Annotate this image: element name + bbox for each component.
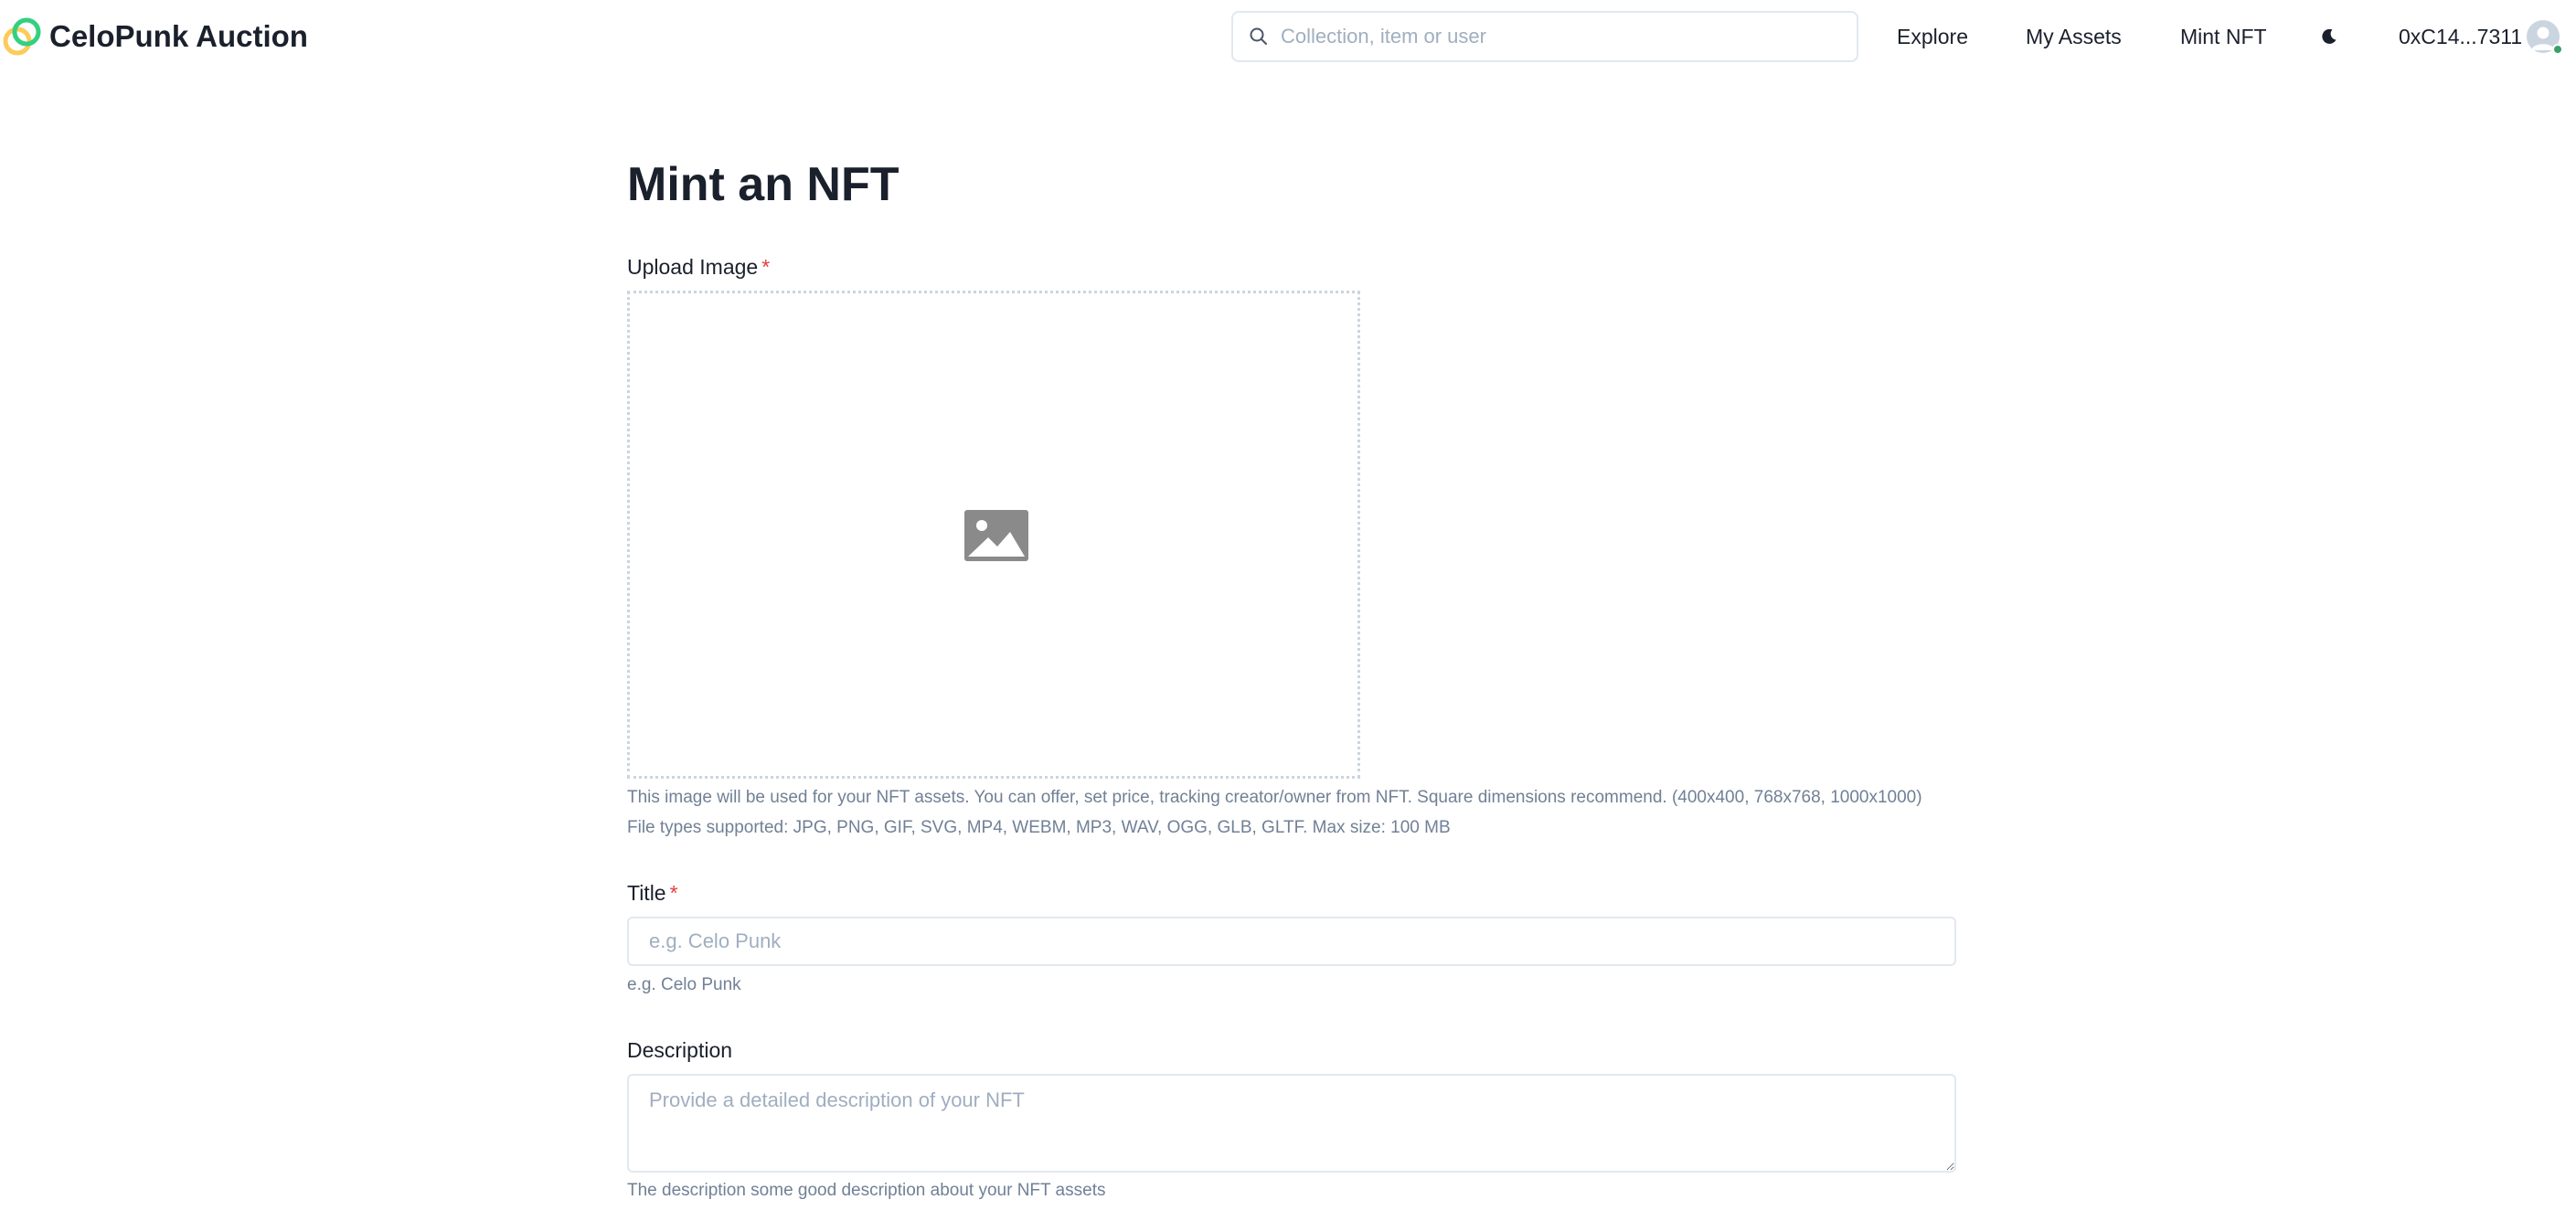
required-mark: * bbox=[761, 255, 771, 279]
nav-mint-nft[interactable]: Mint NFT bbox=[2180, 24, 2267, 49]
online-status-badge bbox=[2552, 44, 2563, 55]
search-bar[interactable] bbox=[1231, 11, 1858, 62]
top-navbar: CeloPunk Auction Explore My Assets Mint … bbox=[0, 0, 2576, 73]
title-label-text: Title bbox=[627, 881, 666, 905]
title-input[interactable] bbox=[627, 917, 1956, 966]
page-title: Mint an NFT bbox=[627, 158, 899, 211]
nav-explore[interactable]: Explore bbox=[1897, 24, 1968, 49]
image-upload-dropzone[interactable] bbox=[627, 291, 1360, 779]
brand-name[interactable]: CeloPunk Auction bbox=[49, 18, 308, 55]
upload-file-types-text: File types supported: JPG, PNG, GIF, SVG… bbox=[627, 818, 1451, 837]
description-label: Description bbox=[627, 1037, 732, 1063]
description-helper-text: The description some good description ab… bbox=[627, 1181, 1106, 1200]
celo-logo-icon[interactable] bbox=[2, 16, 42, 57]
nav-my-assets[interactable]: My Assets bbox=[2026, 24, 2122, 49]
wallet-address[interactable]: 0xC14...7311 bbox=[2399, 24, 2522, 49]
upload-image-label: Upload Image * bbox=[627, 254, 770, 280]
required-mark: * bbox=[669, 881, 678, 905]
title-helper-text: e.g. Celo Punk bbox=[627, 975, 741, 994]
image-placeholder-icon bbox=[964, 510, 1028, 561]
search-input[interactable] bbox=[1281, 16, 1847, 57]
upload-helper-text: This image will be used for your NFT ass… bbox=[627, 788, 1922, 807]
upload-image-label-text: Upload Image bbox=[627, 255, 759, 279]
description-label-text: Description bbox=[627, 1038, 733, 1062]
description-textarea[interactable] bbox=[627, 1074, 1956, 1173]
moon-icon[interactable] bbox=[2318, 26, 2340, 48]
search-icon bbox=[1250, 27, 1267, 45]
title-label: Title * bbox=[627, 880, 678, 906]
